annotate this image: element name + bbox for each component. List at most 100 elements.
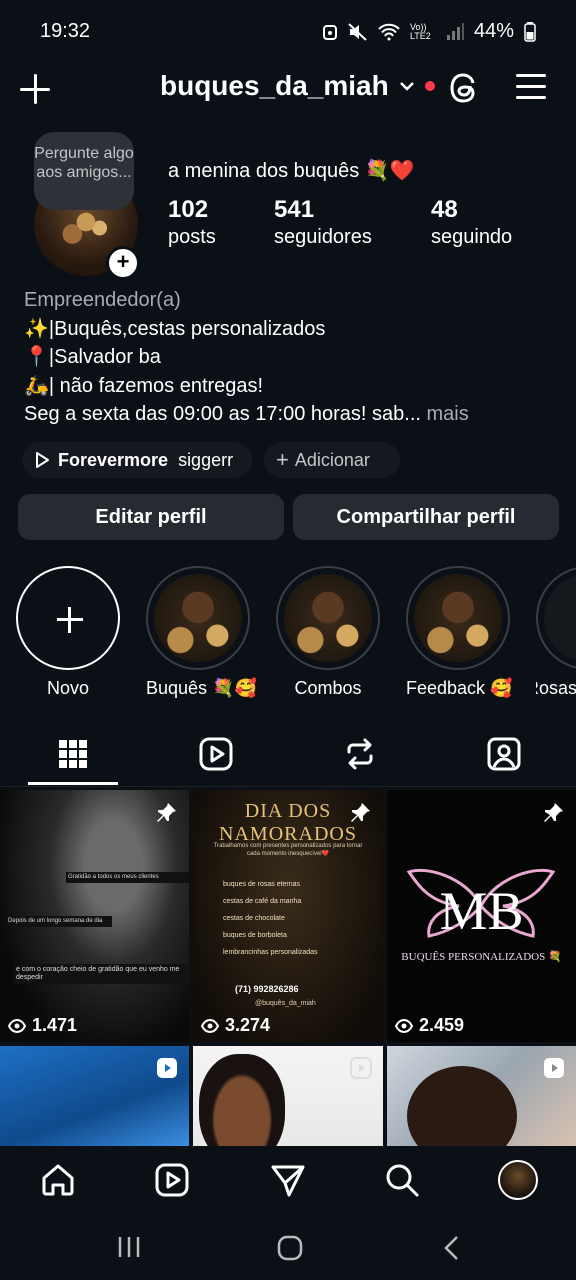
- followers-label: seguidores: [274, 226, 372, 248]
- status-icons: Vo)) LTE2 44%: [322, 20, 536, 43]
- highlight-item[interactable]: Combos: [276, 566, 380, 699]
- highlight-cover: [146, 566, 250, 670]
- alarm-icon: [322, 24, 337, 40]
- more-link[interactable]: mais: [421, 403, 468, 425]
- highlight-item[interactable]: Buquês 💐🥰: [146, 566, 257, 699]
- grid-post[interactable]: MB BUQUÊS PERSONALIZADOS 💐 2.459: [387, 790, 576, 1042]
- posts-stat[interactable]: 102 posts: [168, 196, 216, 249]
- post-subtitle: Trabalhamos com presentes personalizados…: [213, 843, 363, 857]
- network-label: Vo)) LTE2: [409, 21, 431, 41]
- add-link-chip[interactable]: + Adicionar: [264, 442, 400, 478]
- post-caption: Gratidão a todos os meus clientes: [66, 872, 189, 883]
- active-tab-indicator: [28, 782, 118, 785]
- reel-icon: [350, 1057, 372, 1079]
- edit-profile-button[interactable]: Editar perfil: [18, 494, 284, 540]
- add-story-plus-icon[interactable]: +: [106, 246, 140, 280]
- highlight-item[interactable]: Rosas: [536, 566, 576, 699]
- reel-icon: [544, 1058, 564, 1078]
- reels-icon[interactable]: [196, 734, 236, 774]
- highlight-cover: [276, 566, 380, 670]
- post-handle: @buquês_da_miah: [255, 1000, 316, 1007]
- following-count: 48: [431, 196, 458, 223]
- pin-icon: [544, 803, 563, 822]
- view-count: 1.471: [8, 1015, 77, 1036]
- highlight-label: Combos: [294, 678, 362, 698]
- posts-label: posts: [168, 226, 216, 248]
- create-plus-icon[interactable]: [18, 72, 52, 106]
- grid-post[interactable]: DIA DOS NAMORADOS Trabalhamos com presen…: [193, 790, 383, 1042]
- menu-icon[interactable]: [516, 74, 546, 100]
- grid-post[interactable]: [387, 1046, 576, 1146]
- plus-icon: +: [276, 447, 289, 472]
- status-time: 19:32: [40, 20, 91, 42]
- profile-tabs: [0, 726, 576, 787]
- home-button-icon[interactable]: [276, 1234, 304, 1262]
- bottom-nav: [0, 1146, 576, 1216]
- post-list-item: buques de rosas eternas: [223, 881, 301, 888]
- post-caption: Depois de um longo semana de dia: [6, 916, 112, 927]
- chevron-down-icon: [399, 82, 414, 91]
- music-chip[interactable]: Forevermore siggerr: [22, 442, 252, 478]
- grid-icon[interactable]: [53, 734, 93, 774]
- bio-line: ✨|Buquês,cestas personalizados: [24, 317, 326, 340]
- status-bar: 19:32 Vo)) LTE2 44%: [0, 0, 576, 64]
- share-profile-button[interactable]: Compartilhar perfil: [293, 494, 559, 540]
- tagged-icon[interactable]: [484, 734, 524, 774]
- note-bubble[interactable]: Pergunte algo aos amigos...: [34, 132, 134, 210]
- wifi-icon: [378, 23, 400, 40]
- highlight-cover: [536, 566, 576, 670]
- post-list: buques de rosas eternas cestas de café d…: [223, 876, 318, 961]
- bio-line: Seg a sexta das 09:00 as 17:00 horas! sa…: [24, 400, 564, 429]
- reels-nav-icon[interactable]: [154, 1162, 190, 1198]
- highlight-label: Novo: [46, 678, 90, 698]
- bio-line: 📍|Salvador ba: [24, 346, 161, 368]
- account-switcher[interactable]: buques_da_miah: [160, 70, 435, 102]
- profile-avatar-icon[interactable]: [498, 1160, 538, 1200]
- direct-message-icon[interactable]: [270, 1162, 306, 1198]
- post-list-item: cestas de chocolate: [223, 915, 285, 922]
- post-phone: (71) 992826286: [235, 984, 299, 994]
- reel-icon: [157, 1058, 177, 1078]
- post-list-item: lembrancinhas personalizadas: [223, 949, 318, 956]
- followers-count: 541: [274, 196, 315, 223]
- grid-post[interactable]: Gratidão a todos os meus clientes Depois…: [0, 790, 189, 1042]
- views-icon: [8, 1018, 26, 1033]
- followers-stat[interactable]: 541 seguidores: [274, 196, 372, 249]
- highlight-label: Rosas: [536, 678, 576, 698]
- views-icon: [395, 1018, 413, 1033]
- home-icon[interactable]: [40, 1162, 76, 1198]
- post-caption: e com o coração cheio de gratidão que eu…: [14, 964, 186, 984]
- music-artist: siggerr: [178, 449, 234, 470]
- back-icon[interactable]: [440, 1234, 464, 1262]
- battery-icon: [524, 21, 536, 42]
- username: buques_da_miah: [160, 70, 389, 101]
- repost-icon[interactable]: [340, 734, 380, 774]
- following-label: seguindo: [431, 226, 513, 248]
- highlight-cover: [406, 566, 510, 670]
- music-title: Forevermore: [58, 449, 169, 470]
- post-list-item: buques de borboleta: [223, 932, 287, 939]
- recent-apps-icon[interactable]: [116, 1234, 142, 1260]
- highlight-new[interactable]: Novo: [16, 566, 120, 699]
- bio-last-line: Seg a sexta das 09:00 as 17:00 horas! sa…: [24, 403, 421, 425]
- post-logo-sub: BUQUÊS PERSONALIZADOS 💐: [401, 951, 562, 963]
- profile-header: buques_da_miah: [0, 64, 576, 114]
- highlight-item[interactable]: Feedback 🥰: [406, 566, 512, 699]
- grid-post[interactable]: [0, 1046, 189, 1146]
- post-list-item: cestas de café da manha: [223, 898, 302, 905]
- view-count: 2.459: [395, 1015, 464, 1036]
- mute-icon: [348, 22, 367, 41]
- pin-icon: [157, 803, 176, 822]
- view-number: 1.471: [32, 1015, 78, 1035]
- highlight-label: Buquês 💐🥰: [146, 678, 257, 698]
- category-label: Empreendedor(a): [24, 289, 181, 311]
- grid-post[interactable]: [193, 1046, 383, 1146]
- view-count: 3.274: [201, 1015, 270, 1036]
- system-nav: [0, 1216, 576, 1280]
- signal-icon: [446, 22, 464, 40]
- notification-dot: [424, 81, 435, 91]
- threads-icon[interactable]: [446, 69, 484, 107]
- following-stat[interactable]: 48 seguindo: [431, 196, 512, 249]
- add-label: Adicionar: [294, 449, 370, 470]
- search-icon[interactable]: [384, 1162, 420, 1198]
